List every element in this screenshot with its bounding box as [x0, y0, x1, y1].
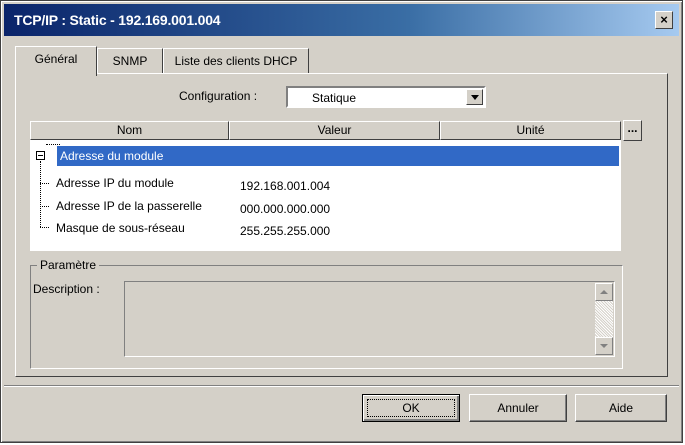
column-header-valeur[interactable]: Valeur: [229, 121, 440, 140]
item-value-masque[interactable]: 255.255.255.000: [240, 224, 330, 238]
parametre-legend: Paramètre: [37, 258, 100, 272]
item-name-ip-passerelle[interactable]: Adresse IP de la passerelle: [56, 199, 202, 213]
tab-label: Général: [34, 52, 78, 66]
configuration-select[interactable]: Statique: [286, 86, 486, 108]
scroll-down-icon[interactable]: [595, 337, 613, 355]
focus-rect: [367, 399, 455, 417]
item-value-ip-passerelle[interactable]: 000.000.000.000: [240, 202, 330, 216]
tree-connector: [40, 227, 49, 228]
tree-connector: [40, 161, 41, 227]
tree-connector: [40, 206, 49, 207]
chevron-down-icon[interactable]: [466, 89, 483, 105]
tree-connector: [46, 144, 60, 145]
parameter-grid: Nom Valeur Unité Adresse du module Adres…: [30, 121, 621, 251]
footer-divider: [4, 385, 679, 387]
title-bar[interactable]: TCP/IP : Static - 192.169.001.004 ×: [4, 4, 679, 36]
tab-label: SNMP: [112, 54, 148, 68]
close-icon: ×: [660, 12, 668, 27]
window-title: TCP/IP : Static - 192.169.001.004: [14, 12, 221, 28]
tree-group-adresse-du-module[interactable]: Adresse du module: [57, 146, 619, 166]
tree-connector: [40, 183, 49, 184]
cancel-button[interactable]: Annuler: [469, 394, 567, 422]
configuration-label: Configuration :: [179, 89, 258, 103]
ok-button[interactable]: OK: [362, 394, 460, 422]
collapse-icon[interactable]: [36, 151, 45, 160]
configuration-value: Statique: [312, 91, 357, 105]
column-header-unite[interactable]: Unité: [440, 121, 621, 140]
description-textarea[interactable]: [124, 281, 615, 357]
close-button[interactable]: ×: [655, 11, 673, 29]
tcpip-dialog: TCP/IP : Static - 192.169.001.004 × Géné…: [0, 0, 683, 443]
tab-label: Liste des clients DHCP: [174, 54, 298, 68]
description-label: Description :: [33, 282, 100, 296]
ellipsis-button[interactable]: ...: [623, 120, 642, 141]
parametre-group: Paramètre Description :: [30, 258, 623, 369]
item-value-ip-module[interactable]: 192.168.001.004: [240, 179, 330, 193]
tab-snmp[interactable]: SNMP: [97, 48, 163, 74]
tab-dhcp-clients[interactable]: Liste des clients DHCP: [163, 48, 309, 74]
scroll-up-icon[interactable]: [595, 283, 613, 301]
help-button[interactable]: Aide: [575, 394, 667, 422]
column-header-nom[interactable]: Nom: [30, 121, 229, 140]
item-name-masque[interactable]: Masque de sous-réseau: [56, 221, 185, 235]
tab-general[interactable]: Général: [15, 46, 97, 76]
description-scrollbar[interactable]: [595, 283, 613, 355]
tree-group-label: Adresse du module: [60, 149, 164, 163]
item-name-ip-module[interactable]: Adresse IP du module: [56, 176, 174, 190]
